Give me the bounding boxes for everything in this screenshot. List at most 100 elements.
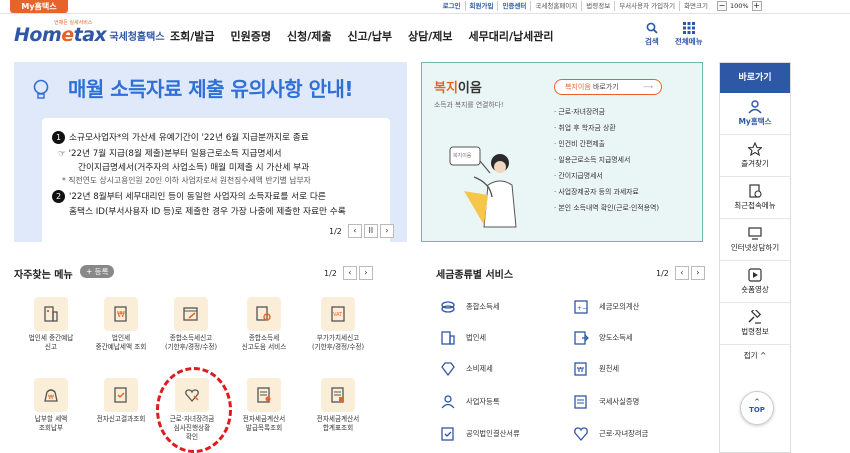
notice-item-1-sub1: ☞ '22년 7월 지급(8월 제출)분부터 일용근로소득 지급명세서 [58,146,282,159]
search-button[interactable]: 검색 [645,22,659,47]
law-info-link[interactable]: 법령정보 [581,1,614,11]
scroll-top-button[interactable]: ^ TOP [740,391,774,425]
nav-item-inquiry[interactable]: 조회/발급 [170,28,215,44]
banner-page-indicator: 1/2 [329,226,342,236]
tax-prev-button[interactable]: ‹ [674,266,689,280]
welfare-item[interactable]: 간이지급명세서 [554,169,659,185]
tax-service-item[interactable]: ₩ 원천세 [573,362,619,376]
notice-item-2-line2: 홈택스 ID(부서사용자 ID 등)로 제출한 경우 가장 나중에 제출한 자료… [69,207,346,217]
tax-service-label: 근로·자녀장려금 [599,429,649,438]
menu-label-line2: 합계표조회 [322,424,354,432]
calculator-icon: +− [574,300,588,314]
nav-item-application[interactable]: 신청/제출 [287,28,332,44]
frequent-next-button[interactable]: › [358,266,373,280]
dept-user-signup-link[interactable]: 부서사용자 가입하기 [614,1,679,11]
tax-service-item[interactable]: 국세사실증명 [573,395,639,409]
nav-item-tax-agent[interactable]: 세무대리/납세관리 [468,28,553,44]
login-link[interactable]: 로그인 [439,1,465,11]
quick-menu-header: 바로가기 [720,63,790,93]
frequent-menu-item[interactable]: ₩ 납부할 세액 조회납부 [16,378,86,433]
tax-service-item[interactable]: 공익법인결산서류 [440,427,520,441]
welfare-shortcut-button[interactable]: 복지이음 바로가기 ⟶ [554,79,662,95]
frequent-menu-item[interactable]: 전자세금계산서 합계표조회 [303,378,373,433]
menu-label-line2: (기한후/경정/수정) [311,343,365,351]
menu-label-line1: 종합소득세 [248,334,280,342]
diamond-icon [441,362,455,376]
frequent-menu-item[interactable]: 법인세 중간예납 신고 [16,297,86,352]
grid-menu-icon [682,22,695,34]
nav-item-certificate[interactable]: 민원증명 [231,28,271,44]
logo-tagline: 언제든 실세서비스 [54,20,93,26]
frequent-prev-button[interactable]: ‹ [342,266,357,280]
quick-recent-menu[interactable]: 최근접속메뉴 [720,177,790,219]
tax-next-button[interactable]: › [690,266,705,280]
hometax-logo[interactable]: 언제든 실세서비스 Hometax 국세청홈택스 [14,20,165,46]
welfare-panel-title: 복지이음 [434,77,482,96]
quick-item-label: 법령정보 [741,327,769,336]
banner-prev-button[interactable]: ‹ [347,224,362,238]
svg-text:₩: ₩ [577,366,584,374]
frequent-menu-add-button[interactable]: + 등록 [80,265,115,278]
menu-label-line1: 전자세금계산서 [316,415,360,423]
frequent-menu-item[interactable]: 종합소득세신고 (기한후/경정/수정) [156,297,226,352]
top-label: TOP [749,406,765,414]
top-utility-bar: My홈택스 로그인 회원가입 인증센터 국세청홈페이지 법령정보 부서사용자 가… [0,0,850,14]
banner-next-button[interactable]: › [379,224,394,238]
quick-short-video[interactable]: 숏폼영상 [720,261,790,303]
frequent-menu-item[interactable]: 종합소득세 신고도움 서비스 [229,297,299,352]
all-menu-button[interactable]: 전체메뉴 [675,22,703,47]
cert-center-link[interactable]: 인증센터 [497,1,530,11]
signup-link[interactable]: 회원가입 [464,1,498,11]
invoice-list-icon [247,378,281,412]
svg-text:VAT: VAT [333,312,343,318]
tax-service-item[interactable]: 근로·자녀장려금 [573,427,648,441]
person-icon [441,395,455,409]
welfare-item[interactable]: 인건비 간편제출 [554,137,659,153]
menu-label-line2: (기한후/경정/수정) [164,343,218,351]
my-hometax-tab[interactable]: My홈택스 [10,0,68,13]
tax-service-item[interactable]: 양도소득세 [573,331,633,345]
nts-homepage-link[interactable]: 국세청홈페이지 [530,1,581,11]
quick-favorites[interactable]: 즐겨찾기 [720,135,790,177]
invoice-summary-icon [321,378,355,412]
tax-service-item[interactable]: 종합소득세 [440,300,500,314]
tax-service-item[interactable]: +− 세금모의계산 [573,300,639,314]
chevron-left-icon: ‹ [680,268,684,277]
person-with-sign-illustration [449,146,517,228]
frequent-menu-item[interactable]: ₩ 법인세 중간예납세액 조회 [86,297,156,352]
welfare-button-rest: 바로가기 [590,83,619,91]
quick-law-info[interactable]: 법령정보 [720,303,790,345]
tax-service-item[interactable]: 소비제세 [440,362,493,376]
welfare-item[interactable]: 본인 소득내역 확인(근로·인적용역) [554,201,659,217]
frequent-menu-item[interactable]: 전자세금계산서 발급목록조회 [229,378,299,433]
welfare-item[interactable]: 일용근로소득 지급명세서 [554,153,659,169]
nav-item-consulting[interactable]: 상담/제보 [408,28,453,44]
welfare-title-rest: 이음 [457,81,482,96]
welfare-link-panel[interactable]: 복지이음 소득과 복지를 연결하다! 복지이음 바로가기 ⟶ 근로·자녀장려금 취… [421,62,703,242]
welfare-item[interactable]: 근로·자녀장려금 [554,105,659,121]
tax-service-item[interactable]: 사업자등록 [440,395,500,409]
transfer-document-icon [574,331,589,345]
quick-fold-button[interactable]: 접기 ^ [720,345,790,361]
quick-online-consult[interactable]: 인터넷상담하기 [720,219,790,261]
notice-item-2-line1: '22년 8월부터 세무대리인 등이 동일한 사업자의 소득자료를 서로 다른 [69,192,326,202]
notice-banner[interactable]: 매월 소득자료 제출 유의사항 안내! 1 소규모사업자*의 가산세 유예기간이 … [14,62,407,242]
banner-pause-button[interactable]: ll [363,224,378,238]
zoom-out-button[interactable]: − [717,1,727,11]
svg-text:₩: ₩ [48,394,54,401]
tax-service-item[interactable]: 법인세 [440,331,486,345]
frequent-menu-item[interactable]: 전자신고결과조회 [86,378,156,424]
menu-label-line1: 법인세 [111,334,131,342]
main-header: 언제든 실세서비스 Hometax 국세청홈택스 조회/발급 민원증명 신청/제… [0,14,850,60]
frequent-menu-item[interactable]: VAT 부가가치세신고 (기한후/경정/수정) [303,297,373,352]
monitor-icon [748,227,762,240]
welfare-item[interactable]: 사업장제공자 등의 과세자료 [554,185,659,201]
menu-label-line2: 신고도움 서비스 [241,343,287,351]
chevron-right-icon: › [696,268,700,277]
quick-my-hometax[interactable]: My홈택스 [720,93,790,135]
zoom-in-button[interactable]: + [751,1,762,11]
tax-service-label: 사업자등록 [466,397,500,406]
number-badge-2: 2 [52,190,65,203]
welfare-item[interactable]: 취업 후 학자금 상환 [554,121,659,137]
nav-item-filing[interactable]: 신고/납부 [347,28,392,44]
